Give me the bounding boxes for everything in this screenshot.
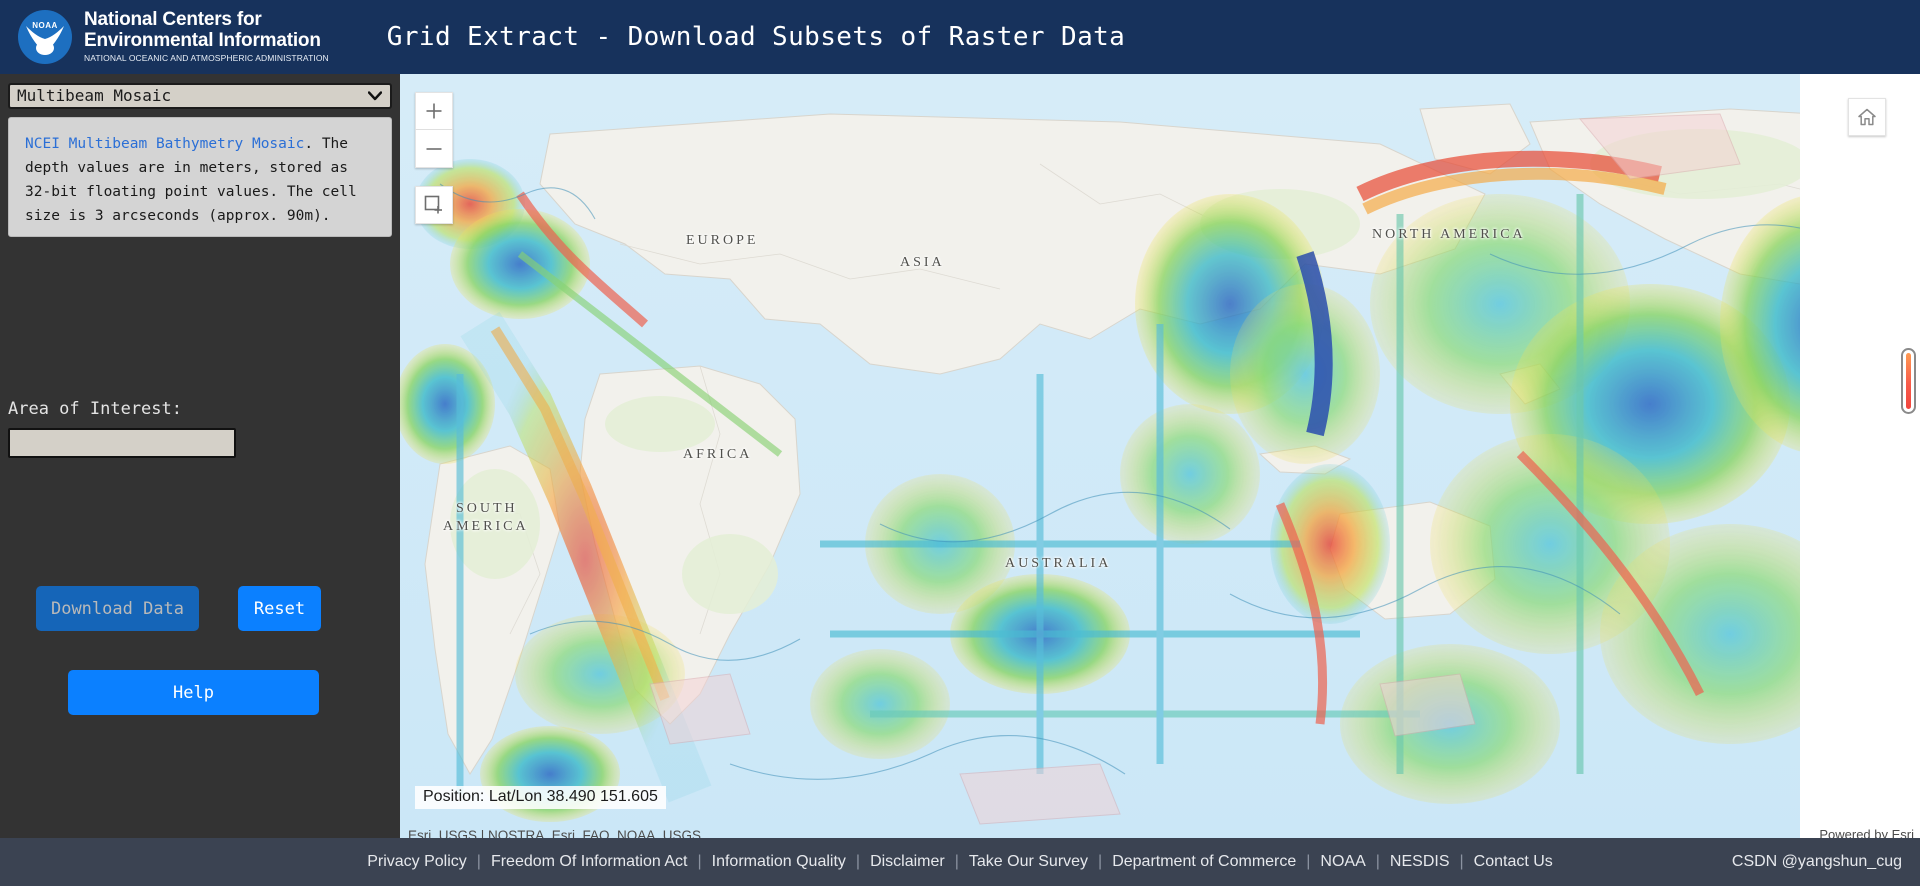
seal-wordmark: NOAA [32,21,58,30]
footer-link-nesdis[interactable]: NESDIS [1380,853,1460,871]
layer-description: NCEI Multibeam Bathymetry Mosaic. The de… [8,117,392,237]
minus-icon [426,147,442,150]
map-label-australia: AUSTRALIA [1005,556,1112,571]
map-label-europe: EUROPE [686,233,759,248]
home-icon [1858,108,1876,126]
app-footer: Privacy Policy | Freedom Of Information Ac… [0,838,1920,886]
zoom-in-button[interactable] [415,92,453,130]
footer-link-freedom-of-information-act[interactable]: Freedom Of Information Act [481,853,698,871]
opacity-slider[interactable] [1901,348,1916,414]
footer-link-information-quality[interactable]: Information Quality [702,853,856,871]
layer-select-value: Multibeam Mosaic [17,86,172,105]
map-label-africa: AFRICA [683,447,753,462]
map-label-asia: ASIA [900,255,945,270]
map-basemap [400,74,1920,838]
download-data-button[interactable]: Download Data [36,586,199,631]
footer-link-take-our-survey[interactable]: Take Our Survey [959,853,1098,871]
org-line-2: Environmental Information [84,29,321,51]
home-button[interactable] [1848,98,1886,136]
draw-rectangle-button[interactable] [415,186,453,224]
help-button[interactable]: Help [68,670,319,715]
footer-link-privacy-policy[interactable]: Privacy Policy [357,853,477,871]
ncei-wordmark: National Centers for Environmental Infor… [84,10,329,63]
footer-link-contact-us[interactable]: Contact Us [1464,853,1563,871]
org-line-1: National Centers for [84,9,262,31]
grid-extract-app: NOAA National Centers for Environmental … [0,0,1920,886]
map-label-america: AMERICA [443,519,529,534]
plus-icon [426,103,442,119]
noaa-logo[interactable]: NOAA National Centers for Environmental … [18,10,329,64]
app-header: NOAA National Centers for Environmental … [0,0,1920,74]
zoom-out-button[interactable] [415,130,453,168]
noaa-seal-icon: NOAA [18,10,72,64]
map-right-gutter [1800,74,1920,838]
footer-links: Privacy Policy | Freedom Of Information Ac… [357,853,1563,871]
map-label-north-america: NORTH AMERICA [1372,227,1526,242]
page-title: Grid Extract - Download Subsets of Raste… [386,22,1126,52]
org-line-3: NATIONAL OCEANIC AND ATMOSPHERIC ADMINIS… [84,53,329,64]
reset-button[interactable]: Reset [238,586,321,631]
map-label-south: SOUTH [456,501,518,516]
position-readout: Position: Lat/Lon 38.490 151.605 [415,786,666,809]
sidebar-panel: Multibeam Mosaic NCEI Multibeam Bathymet… [0,74,400,838]
layer-description-link[interactable]: NCEI Multibeam Bathymetry Mosaic [25,136,304,152]
layer-select[interactable]: Multibeam Mosaic [8,83,392,109]
chevron-down-icon [368,91,382,101]
footer-link-department-of-commerce[interactable]: Department of Commerce [1102,853,1306,871]
footer-link-disclaimer[interactable]: Disclaimer [860,853,955,871]
aoi-input[interactable] [8,428,236,458]
rectangle-plus-icon [424,195,442,214]
map-viewport[interactable]: EUROPE ASIA NORTH AMERICA AFRICA SOUTH AMERIC… [400,74,1920,838]
footer-link-noaa[interactable]: NOAA [1310,853,1375,871]
watermark-credit: CSDN @yangshun_cug [1731,853,1902,870]
aoi-label: Area of Interest: [8,399,182,419]
opacity-slider-fill [1906,353,1911,409]
